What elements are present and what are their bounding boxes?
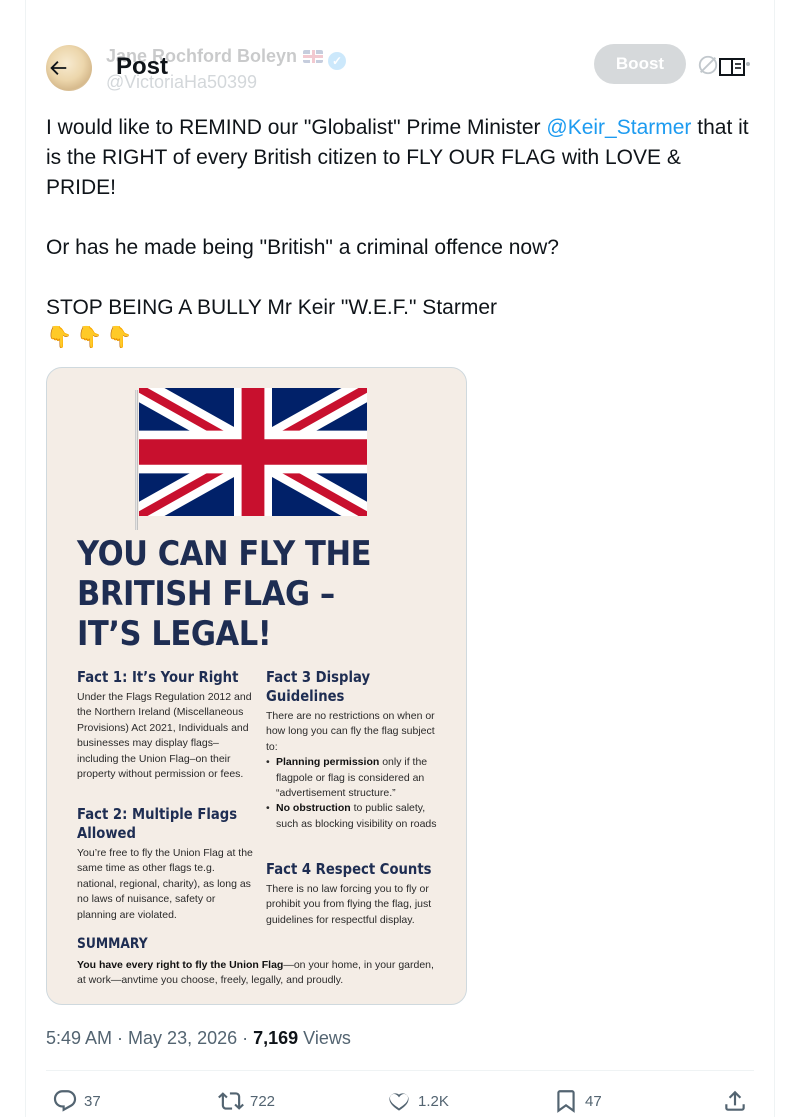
reply-button[interactable]: 37 [52,1086,101,1116]
summary-bold: You have every right to fly the Union Fl… [77,959,284,971]
views-count: 7,169 [253,1028,299,1048]
post-date[interactable]: May 23, 2026 [128,1028,237,1048]
arrow-left-icon [50,61,67,75]
back-button[interactable] [40,50,76,86]
share-icon [725,1090,745,1111]
post-time[interactable]: 5:49 AM [46,1028,112,1048]
flagpole [135,390,138,530]
fact3-bullet-1: Planning permission only if the flagpole… [266,755,444,801]
fact3-title: Fact 3 Display Guidelines [266,668,371,705]
views-label: Views [298,1028,351,1048]
union-flag-emoji-icon [303,50,324,63]
fact2-title: Fact 2: Multiple Flags Allowed [77,805,238,842]
separator: · [112,1028,129,1048]
bullet-bold: No obstruction [276,802,351,815]
summary-title: SUMMARY [77,936,148,952]
summary-body: You have every right to fly the Union Fl… [77,958,437,989]
tweet-paragraph-2: Or has he made being "British" a crimina… [46,236,559,259]
separator: · [237,1028,254,1048]
fact2-body: You’re free to fly the Union Flag at the… [77,847,253,921]
reader-book-icon[interactable] [718,56,746,78]
divider [46,1070,754,1071]
repost-count: 722 [250,1092,276,1110]
fact3-list: Planning permission only if the flagpole… [266,755,444,832]
pointing-down-emojis: 👇👇👇 [46,326,137,349]
fact4-title: Fact 4 Respect Counts [266,860,432,878]
headline-line-1: YOU CAN FLY THE [77,534,372,574]
tweet-paragraph-1: I would like to REMIND our "Globalist" P… [46,113,756,203]
fact3-body: There are no restrictions on when or how… [266,709,444,832]
repost-button[interactable]: 722 [218,1086,275,1116]
post-timestamp: 5:49 AM · May 23, 2026 · 7,169 Views [46,1028,351,1049]
fact3-intro: There are no restrictions on when or how… [266,710,435,753]
fact3-bullet-2: No obstruction to public salety, such as… [266,801,444,832]
heart-icon [389,1093,409,1111]
page-title: Post [116,53,169,80]
union-flag-image [139,388,367,516]
tweet-paragraph-3: STOP BEING A BULLY Mr Keir "W.E.F." Star… [46,296,497,319]
like-count: 1.2K [418,1092,449,1110]
bullet-bold: Planning permission [276,756,380,769]
like-button[interactable]: 1.2K [386,1086,449,1116]
tweet-text-part: I would like to REMIND our "Globalist" P… [46,116,547,139]
share-button[interactable] [722,1086,748,1116]
post-image[interactable]: YOU CAN FLY THE BRITISH FLAG – IT’S LEGA… [46,367,467,1005]
reply-count: 37 [84,1092,101,1110]
bookmark-count: 47 [585,1092,602,1110]
mention-link[interactable]: @Keir_Starmer [546,116,691,139]
headline-line-2: BRITISH FLAG – [77,574,335,614]
reply-icon [53,1090,77,1112]
boost-button[interactable]: Boost [594,44,686,84]
more-options-icon[interactable] [746,62,750,66]
tweet-text: I would like to REMIND our "Globalist" P… [46,113,756,353]
bookmark-icon [557,1090,575,1113]
fact1-body: Under the Flags Regulation 2012 and the … [77,691,252,781]
bookmark-button[interactable]: 47 [553,1086,602,1116]
repost-icon [218,1092,244,1110]
grok-icon[interactable] [697,54,719,76]
headline-line-3: IT’S LEGAL! [77,614,272,654]
fact1-title: Fact 1: It’s Your Right [77,668,239,686]
fact4-body: There is no law forcing you to fly or pr… [266,883,432,926]
verified-badge-icon: ✓ [328,52,347,70]
